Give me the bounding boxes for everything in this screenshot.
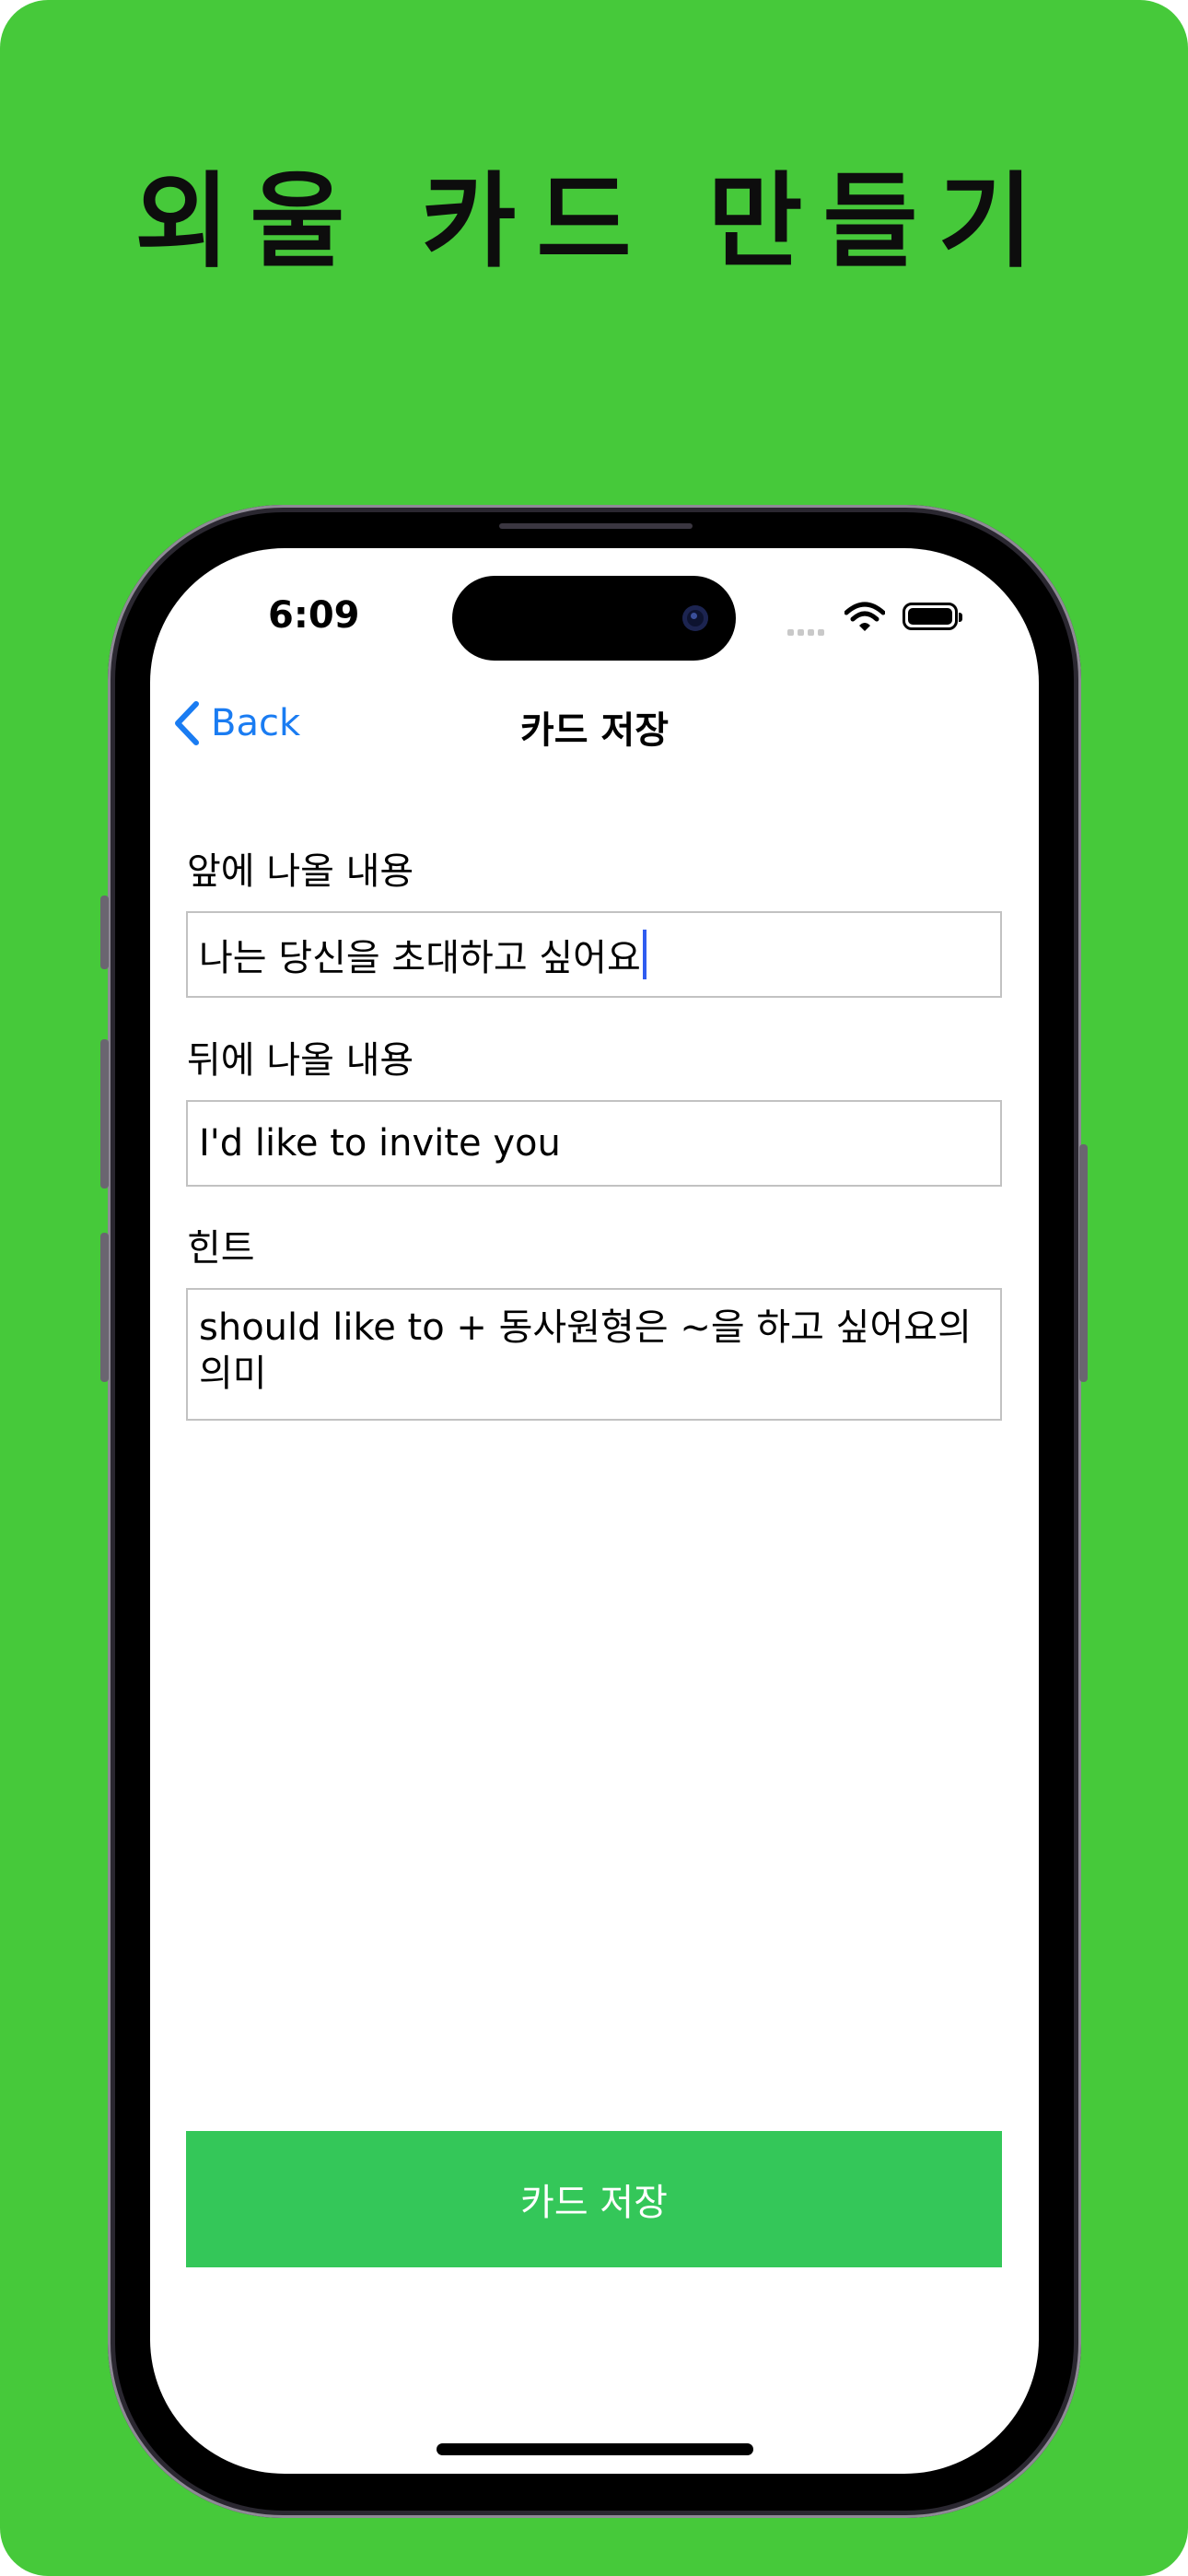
- battery-icon: [903, 603, 962, 630]
- dynamic-island: [452, 576, 736, 661]
- camera-icon: [682, 605, 708, 631]
- volume-down-button: [100, 1233, 109, 1382]
- cellular-signal-icon: [787, 622, 828, 639]
- hint-label: 힌트: [187, 1227, 255, 1270]
- volume-up-button: [100, 1039, 109, 1188]
- back-content-label: 뒤에 나올 내용: [187, 1039, 414, 1082]
- save-card-button[interactable]: 카드 저장: [186, 2131, 1002, 2267]
- front-label: 앞에 나올 내용: [187, 850, 414, 893]
- wifi-icon: [844, 602, 885, 631]
- power-button: [1079, 1144, 1088, 1382]
- action-button: [100, 896, 109, 969]
- hint-input-value: should like to + 동사원형은 ~을 하고 싶어요의 의미: [199, 1306, 972, 1395]
- text-caret: [642, 930, 646, 979]
- front-input-value: 나는 당신을 초대하고 싶어요: [199, 937, 641, 979]
- promo-title: 외울 카드 만들기: [134, 162, 1054, 282]
- back-content-input[interactable]: I'd like to invite you: [186, 1100, 1002, 1187]
- home-indicator: [437, 2443, 753, 2455]
- status-time: 6:09: [268, 594, 360, 637]
- hint-input[interactable]: should like to + 동사원형은 ~을 하고 싶어요의 의미: [186, 1288, 1002, 1421]
- app-screen: 6:09 Back 카드 저장 앞에 나올 내용 나는 당신을 초대하고 싶어요…: [150, 548, 1039, 2474]
- nav-title: 카드 저장: [519, 709, 670, 752]
- front-input[interactable]: 나는 당신을 초대하고 싶어요: [186, 911, 1002, 998]
- back-content-input-value: I'd like to invite you: [199, 1122, 561, 1165]
- promo-canvas: 외울 카드 만들기 6:09 Back 카드 저장 앞에 나올 내용 나는 당신…: [0, 0, 1188, 2576]
- speaker-slot: [499, 523, 693, 529]
